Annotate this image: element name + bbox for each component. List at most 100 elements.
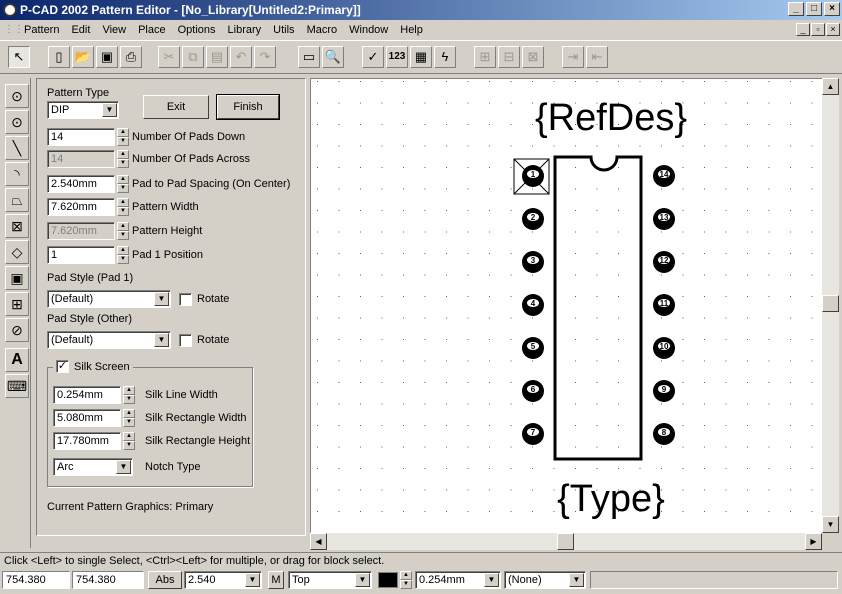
- rotate-pad1-checkbox[interactable]: [179, 293, 192, 306]
- copy-icon[interactable]: ⧉: [182, 46, 204, 68]
- pattern-type-select[interactable]: DIP ▼: [47, 101, 119, 119]
- silk-rect-height-spinner[interactable]: ▲ ▼: [123, 432, 135, 450]
- silk-line-width-input[interactable]: 0.254mm: [53, 386, 121, 404]
- minimize-button[interactable]: _: [788, 2, 804, 16]
- scroll-left-icon[interactable]: ◀: [310, 533, 327, 550]
- place-arc-icon[interactable]: ◝: [5, 162, 29, 186]
- spread-icon[interactable]: ⊠: [522, 46, 544, 68]
- silk-rect-width-input[interactable]: 5.080mm: [53, 409, 121, 427]
- mdi-minimize-button[interactable]: _: [796, 23, 810, 36]
- flash-icon[interactable]: ϟ: [434, 46, 456, 68]
- type-text[interactable]: {Type}: [557, 478, 665, 520]
- menu-library[interactable]: Library: [222, 20, 268, 40]
- menu-options[interactable]: Options: [172, 20, 222, 40]
- place-line-icon[interactable]: ╲: [5, 136, 29, 160]
- pattern-height-spinner[interactable]: ▲ ▼: [117, 222, 129, 240]
- print-icon[interactable]: ⎙: [120, 46, 142, 68]
- new-file-icon[interactable]: ▯: [48, 46, 70, 68]
- exit-button[interactable]: Exit: [143, 95, 209, 119]
- place-polygon-icon[interactable]: ⏢: [5, 188, 29, 212]
- menu-view[interactable]: View: [96, 20, 132, 40]
- pad-12[interactable]: 12: [653, 251, 675, 273]
- chevron-down-icon[interactable]: ▼: [355, 573, 370, 587]
- pattern-width-input[interactable]: 7.620mm: [47, 198, 115, 216]
- select-tool-icon[interactable]: ↖: [8, 46, 30, 68]
- no-connect-icon[interactable]: ⊘: [5, 318, 29, 342]
- layer-select[interactable]: Top ▼: [288, 571, 372, 589]
- place-pad-icon[interactable]: ⊙: [5, 84, 29, 108]
- grid-select[interactable]: 2.540 ▼: [184, 571, 262, 589]
- design-rule-check-icon[interactable]: ✓: [362, 46, 384, 68]
- pad-10[interactable]: 10: [653, 337, 675, 359]
- y-coordinate-field[interactable]: 754.380: [72, 571, 144, 589]
- close-button[interactable]: ×: [824, 2, 840, 16]
- maximize-button[interactable]: □: [806, 2, 822, 16]
- line-width-select[interactable]: 0.254mm ▼: [415, 571, 501, 589]
- pad-13[interactable]: 13: [653, 208, 675, 230]
- menu-utils[interactable]: Utils: [267, 20, 300, 40]
- zoom-icon[interactable]: 🔍: [322, 46, 344, 68]
- pads-across-input[interactable]: 14: [47, 150, 115, 168]
- pad-spacing-input[interactable]: 2.540mm: [47, 175, 115, 193]
- pad-8[interactable]: 8: [653, 423, 675, 445]
- menu-macro[interactable]: Macro: [301, 20, 344, 40]
- refdes-text[interactable]: {RefDes}: [535, 97, 687, 139]
- pad-back-icon[interactable]: ⇤: [586, 46, 608, 68]
- layer-color-swatch[interactable]: [378, 572, 398, 588]
- pattern-width-spinner[interactable]: ▲ ▼: [117, 198, 129, 216]
- pad1-position-input[interactable]: 1: [47, 246, 115, 264]
- pad1-position-spinner[interactable]: ▲ ▼: [117, 246, 129, 264]
- mdi-close-button[interactable]: ×: [826, 23, 840, 36]
- align-icon[interactable]: ⊞: [474, 46, 496, 68]
- redo-icon[interactable]: ↷: [254, 46, 276, 68]
- x-coordinate-field[interactable]: 754.380: [2, 571, 70, 589]
- place-copper-pour-icon[interactable]: ▣: [5, 266, 29, 290]
- pad-9[interactable]: 9: [653, 380, 675, 402]
- chevron-down-icon[interactable]: ▼: [569, 573, 584, 587]
- renumber-icon[interactable]: 123: [386, 46, 408, 68]
- style-select[interactable]: (None) ▼: [504, 571, 586, 589]
- menu-pattern[interactable]: Pattern: [18, 20, 65, 40]
- design-canvas[interactable]: {RefDes} 1234567 14 13 12 11 10 9 8 {Type}: [310, 78, 839, 533]
- pad-style-other-select[interactable]: (Default) ▼: [47, 331, 171, 349]
- place-cutout-icon[interactable]: ⊞: [5, 292, 29, 316]
- pad-style-pad1-select[interactable]: (Default) ▼: [47, 290, 171, 308]
- menu-window[interactable]: Window: [343, 20, 394, 40]
- menu-place[interactable]: Place: [132, 20, 172, 40]
- chevron-down-icon[interactable]: ▼: [116, 460, 131, 474]
- silk-rect-width-spinner[interactable]: ▲ ▼: [123, 409, 135, 427]
- pad-14[interactable]: 14: [653, 165, 675, 187]
- horizontal-scrollbar[interactable]: ◀ ▶: [310, 533, 822, 550]
- pads-down-input[interactable]: 14: [47, 128, 115, 146]
- abs-button[interactable]: Abs: [148, 571, 182, 589]
- pattern-height-input[interactable]: 7.620mm: [47, 222, 115, 240]
- save-icon[interactable]: ▣: [96, 46, 118, 68]
- pads-down-spinner[interactable]: ▲ ▼: [117, 128, 129, 146]
- library-icon[interactable]: ▦: [410, 46, 432, 68]
- place-text-icon[interactable]: A: [5, 348, 29, 372]
- scroll-right-icon[interactable]: ▶: [805, 533, 822, 550]
- place-via-icon[interactable]: ⊙: [5, 110, 29, 134]
- pad-2[interactable]: 2: [522, 208, 544, 230]
- scroll-down-icon[interactable]: ▼: [822, 516, 839, 533]
- line-width-spinner[interactable]: ▲ ▼: [400, 571, 412, 589]
- menu-help[interactable]: Help: [394, 20, 429, 40]
- pad-11[interactable]: 11: [653, 294, 675, 316]
- scroll-up-icon[interactable]: ▲: [822, 78, 839, 95]
- chevron-down-icon[interactable]: ▼: [102, 103, 117, 117]
- pad-3[interactable]: 3: [522, 251, 544, 273]
- silk-line-width-spinner[interactable]: ▲ ▼: [123, 386, 135, 404]
- horizontal-scroll-thumb[interactable]: [557, 533, 574, 550]
- notch-type-select[interactable]: Arc ▼: [53, 458, 133, 476]
- place-attribute-icon[interactable]: ⌨: [5, 374, 29, 398]
- measure-icon[interactable]: ▭: [298, 46, 320, 68]
- chevron-down-icon[interactable]: ▼: [154, 292, 169, 306]
- open-file-icon[interactable]: 📂: [72, 46, 94, 68]
- pad-5[interactable]: 5: [522, 337, 544, 359]
- rotate-other-checkbox[interactable]: [179, 334, 192, 347]
- cut-icon[interactable]: ✂: [158, 46, 180, 68]
- pad-forward-icon[interactable]: ⇥: [562, 46, 584, 68]
- pads-across-spinner[interactable]: ▲ ▼: [117, 150, 129, 168]
- chevron-down-icon[interactable]: ▼: [484, 573, 499, 587]
- finish-button[interactable]: Finish: [216, 94, 280, 120]
